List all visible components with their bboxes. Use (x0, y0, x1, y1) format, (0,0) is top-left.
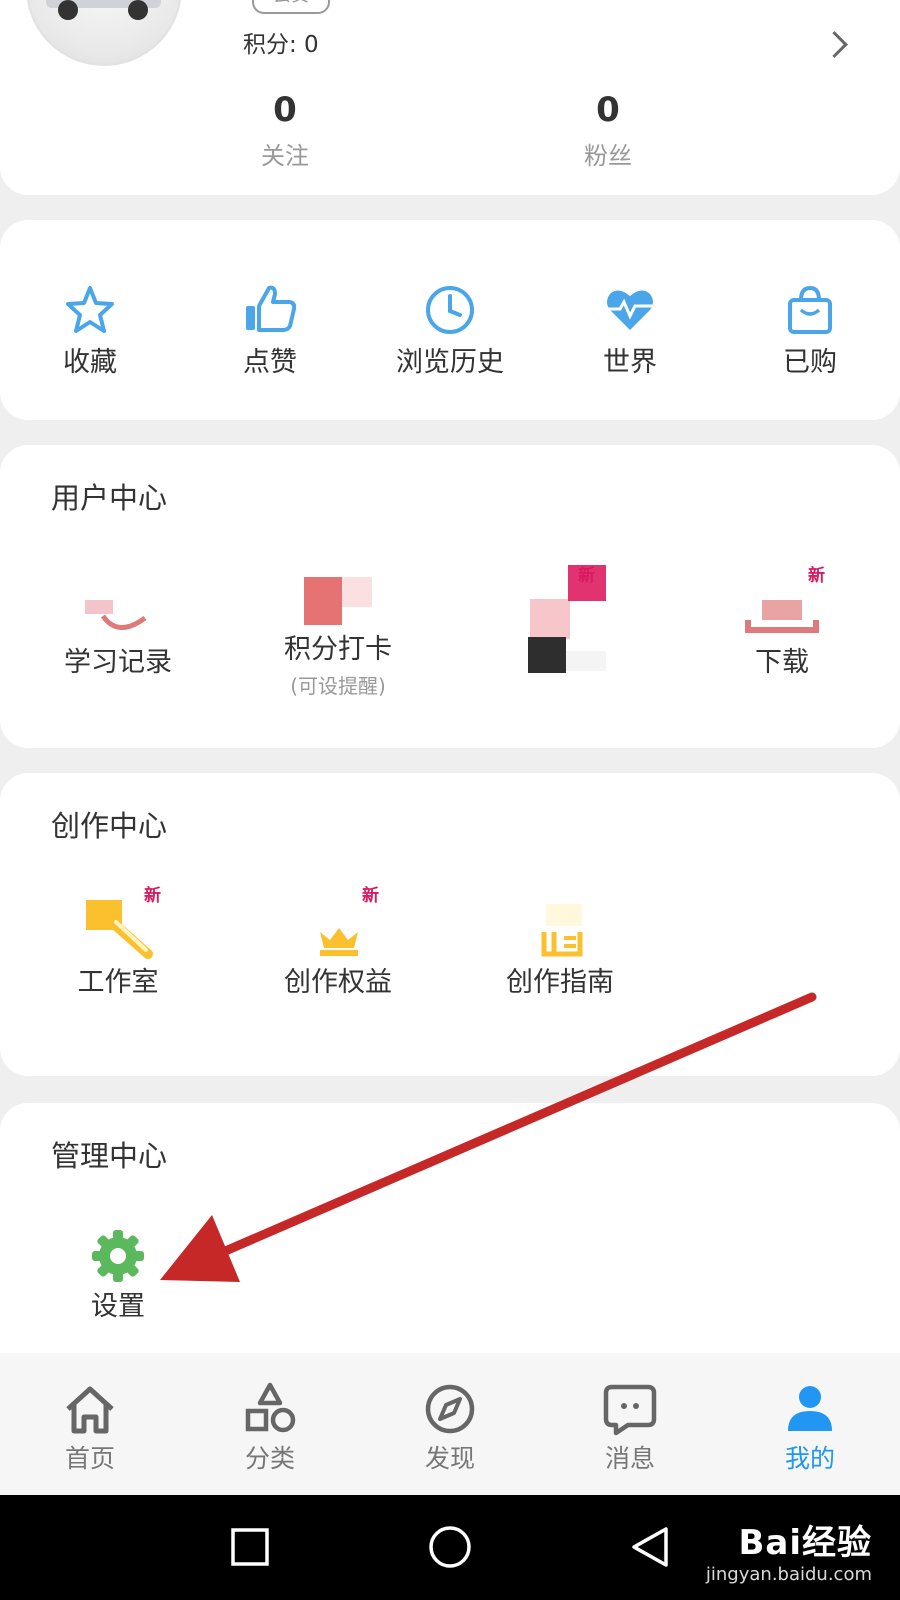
tab-discover[interactable]: 发现 (390, 1381, 510, 1475)
checkin-label: 积分打卡 (284, 634, 392, 665)
creator-rights-label: 创作权益 (284, 967, 392, 998)
tab-home[interactable]: 首页 (30, 1381, 150, 1475)
new-badge: 新 (808, 566, 825, 586)
purchased-button[interactable]: 已购 (720, 282, 900, 379)
following-count: 0 (273, 90, 297, 130)
tab-mine[interactable]: 我的 (750, 1381, 870, 1475)
create-center-title: 创作中心 (51, 809, 168, 843)
creator-guide-label: 创作指南 (506, 967, 614, 998)
studio-icon (86, 900, 153, 959)
manage-center-title: 管理中心 (51, 1139, 168, 1173)
baidu-jingyan-watermark: Bai经验 jingyan.baidu.com (706, 1515, 872, 1585)
settings-label: 设置 (91, 1291, 145, 1322)
home-circle-icon[interactable] (428, 1525, 472, 1569)
user-icon (788, 1386, 832, 1431)
study-record-label: 学习记录 (64, 647, 172, 678)
history-label: 浏览历史 (396, 347, 504, 378)
followers-count: 0 (596, 90, 620, 130)
tab-discover-label: 发现 (424, 1444, 475, 1473)
guide-book-icon (541, 904, 583, 957)
new-badge: 新 (578, 566, 595, 586)
star-icon (66, 286, 114, 333)
compass-icon (425, 1384, 475, 1434)
world-label: 世界 (603, 347, 657, 378)
chat-bubble-icon (603, 1384, 657, 1436)
followers-label: 粉丝 (584, 142, 632, 170)
tab-mine-label: 我的 (784, 1444, 835, 1473)
gear-icon (92, 1230, 144, 1282)
tab-messages-label: 消息 (604, 1444, 655, 1473)
download-label: 下载 (755, 647, 809, 678)
chevron-right-icon[interactable] (821, 31, 848, 58)
tab-home-label: 首页 (64, 1444, 115, 1473)
new-badge: 新 (144, 886, 161, 906)
recent-apps-icon[interactable] (230, 1527, 270, 1567)
creator-guide-button[interactable]: 创作指南 (460, 898, 660, 999)
user-center-title: 用户中心 (51, 481, 168, 515)
back-triangle-icon[interactable] (630, 1525, 670, 1569)
studio-button[interactable]: 工作室 (18, 898, 218, 999)
studio-label: 工作室 (77, 967, 159, 998)
profile-card[interactable]: 会员 积分: 0 0 关注 0 粉丝 (0, 0, 900, 195)
tab-category[interactable]: 分类 (210, 1381, 330, 1475)
favorites-label: 收藏 (63, 347, 117, 378)
shapes-icon (245, 1382, 296, 1433)
purchased-label: 已购 (783, 347, 837, 378)
likes-label: 点赞 (243, 347, 297, 378)
thumbs-up-icon (246, 285, 297, 332)
create-center-card: 创作中心 工作室 新 创作权益 新 创作指南 (0, 773, 900, 1076)
blurred-feature-icon (528, 565, 606, 673)
member-badge: 会员 (252, 0, 330, 14)
home-icon (66, 1386, 114, 1434)
shopping-bag-icon (788, 285, 832, 334)
settings-button[interactable]: 设置 (18, 1228, 218, 1323)
watermark-url: jingyan.baidu.com (705, 1564, 872, 1585)
study-record-button[interactable]: 学习记录 (18, 590, 218, 679)
system-navigation-bar: Bai经验 jingyan.baidu.com (0, 1495, 900, 1600)
user-center-card: 用户中心 学习记录 积分打卡 (可设提醒) 新 下载 新 (0, 445, 900, 748)
car-wheel (128, 0, 148, 20)
study-record-icon (85, 600, 147, 630)
likes-button[interactable]: 点赞 (180, 282, 360, 379)
checkin-sub-label: (可设提醒) (290, 674, 386, 698)
tab-messages[interactable]: 消息 (570, 1381, 690, 1475)
new-badge: 新 (362, 886, 379, 906)
world-button[interactable]: 世界 (540, 282, 720, 379)
creator-rights-button[interactable]: 创作权益 (238, 898, 438, 999)
checkin-button[interactable]: 积分打卡 (可设提醒) (238, 575, 438, 699)
download-icon (745, 600, 819, 633)
history-button[interactable]: 浏览历史 (360, 282, 540, 379)
heartbeat-icon (606, 290, 654, 330)
calendar-icon (304, 577, 372, 625)
clock-icon (426, 286, 474, 334)
points-label: 积分: 0 (243, 32, 319, 58)
quick-actions-card: 收藏 点赞 浏览历史 世界 已购 (0, 220, 900, 420)
manage-center-card: 管理中心 设置 (0, 1103, 900, 1363)
avatar[interactable] (26, 0, 182, 66)
favorites-button[interactable]: 收藏 (0, 282, 180, 379)
crown-icon (320, 928, 358, 956)
following-stat[interactable]: 0 关注 (225, 90, 345, 171)
download-button[interactable]: 下载 (682, 590, 882, 679)
blurred-feature-button[interactable] (460, 565, 660, 685)
bottom-tab-bar: 首页 分类 发现 消息 我的 (0, 1353, 900, 1495)
watermark-brand: Bai经验 (738, 1523, 872, 1563)
following-label: 关注 (261, 142, 309, 170)
car-wheel (58, 0, 78, 20)
followers-stat[interactable]: 0 粉丝 (548, 90, 668, 171)
tab-category-label: 分类 (244, 1444, 295, 1473)
